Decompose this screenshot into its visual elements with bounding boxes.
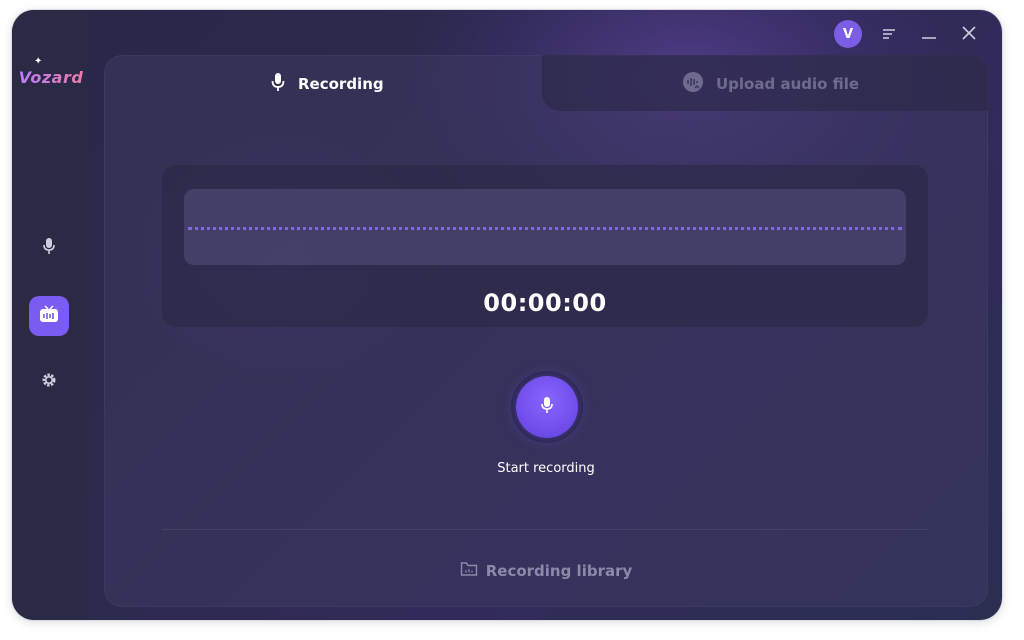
- tab-recording[interactable]: Recording: [270, 69, 384, 99]
- waveform-baseline: [188, 227, 902, 230]
- recording-library-link[interactable]: Recording library: [104, 561, 988, 581]
- close-icon: [962, 25, 976, 44]
- sidebar: ✦ Vozard: [12, 10, 88, 620]
- close-button[interactable]: [956, 21, 982, 47]
- minimize-icon: [921, 25, 937, 44]
- microphone-icon: [41, 237, 57, 259]
- menu-button[interactable]: [876, 21, 902, 47]
- waveform-card: 00:00:00: [162, 165, 928, 327]
- tab-upload-audio[interactable]: Upload audio file: [682, 69, 859, 99]
- sidebar-item-voice-changer[interactable]: [29, 296, 69, 336]
- start-recording-button[interactable]: [516, 376, 578, 438]
- waveform-display: [184, 189, 906, 265]
- titlebar-controls: V: [834, 20, 982, 48]
- main-panel: Recording Upload audio file 00:00:00 Sta…: [104, 55, 988, 607]
- start-recording-button-ring: [511, 371, 583, 443]
- settings-icon: [41, 372, 57, 392]
- menu-icon: [882, 25, 896, 44]
- sparkle-icon: ✦: [34, 56, 43, 67]
- recording-library-label: Recording library: [485, 562, 633, 580]
- tab-recording-label: Recording: [298, 75, 384, 93]
- sidebar-item-recorder[interactable]: [29, 228, 69, 268]
- microphone-icon: [540, 396, 554, 418]
- upload-audio-icon: [682, 71, 704, 97]
- user-avatar[interactable]: V: [834, 20, 862, 48]
- folder-icon: [460, 561, 478, 581]
- start-recording-label: Start recording: [497, 461, 595, 476]
- tab-upload-audio-label: Upload audio file: [716, 75, 860, 93]
- minimize-button[interactable]: [916, 21, 942, 47]
- app-logo: Vozard: [18, 68, 84, 87]
- recording-timer: 00:00:00: [483, 289, 607, 317]
- divider: [162, 529, 928, 530]
- microphone-icon: [270, 72, 286, 96]
- voice-changer-icon: [39, 305, 59, 327]
- sidebar-item-settings[interactable]: [29, 362, 69, 402]
- app-window: ✦ Vozard V Recording Upload audio file 0…: [12, 10, 1002, 620]
